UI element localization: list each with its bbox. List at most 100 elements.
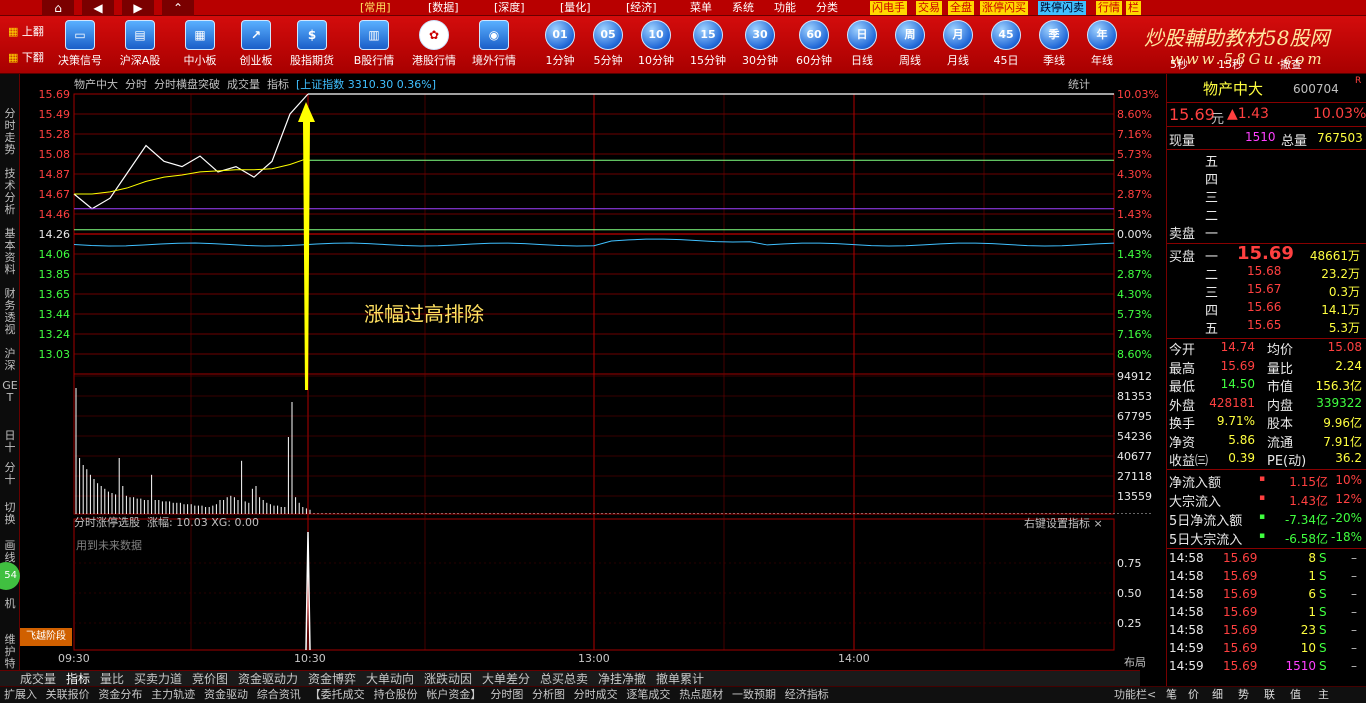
function-tab-7[interactable]: 持仓股份 (374, 687, 418, 703)
stat-label: 均价 (1267, 343, 1294, 358)
tag-flash-hand[interactable]: 闪电手 (870, 1, 907, 15)
function-tab-0[interactable]: 扩展入 (4, 687, 37, 703)
volume-tick-label: 67795 (1117, 410, 1152, 423)
function-tab-13[interactable]: 热点题材 (679, 687, 723, 703)
tag-quote[interactable]: 行情 (1096, 1, 1122, 15)
toolbar-button-19[interactable]: 年年线 (1074, 16, 1130, 74)
toolbar-button-3[interactable]: ↗ 创业板 (228, 16, 284, 74)
menu-quant[interactable]: [量化] (560, 0, 591, 16)
panel-tab-5[interactable]: 联 (1264, 687, 1275, 703)
home-icon[interactable]: ⌂ (42, 0, 74, 16)
function-tab-2[interactable]: 资金分布 (98, 687, 142, 703)
indicator-tab-12[interactable]: 撤单累计 (656, 671, 704, 687)
indicator-tab-11[interactable]: 净挂净撤 (598, 671, 646, 687)
chart-index-label[interactable]: 指标 (267, 78, 289, 91)
forward-icon[interactable]: ▶ (122, 0, 154, 16)
indicator-tab-2[interactable]: 量比 (100, 671, 124, 687)
menu-category[interactable]: 分类 (816, 0, 838, 16)
toolbar-button-4[interactable]: $ 股指期货 (284, 16, 340, 74)
indicator-tab-3[interactable]: 买卖力道 (134, 671, 182, 687)
indicator-tab-4[interactable]: 竞价图 (192, 671, 228, 687)
page-down-button[interactable]: ▦ 下翻 (4, 48, 52, 68)
panel-tab-0[interactable]: 功能栏< (1114, 687, 1156, 703)
menu-system[interactable]: 系统 (732, 0, 754, 16)
left-tab-1[interactable]: 技术分析 (1, 168, 19, 216)
toolbar-button-11[interactable]: 15 15分钟 (680, 16, 736, 74)
left-tab-3[interactable]: 财务透视 (1, 288, 19, 336)
chart-mode[interactable]: 分时 (125, 78, 147, 91)
left-tab-8[interactable]: 切换 (1, 502, 19, 526)
panel-tab-4[interactable]: 势 (1238, 687, 1249, 703)
left-tab-7[interactable]: 分十 (1, 462, 19, 486)
indicator-tab-1[interactable]: 指标 (66, 671, 90, 687)
left-tab-6[interactable]: 日十 (1, 430, 19, 454)
toolbar-button-2[interactable]: ▦ 中小板 (172, 16, 228, 74)
function-tab-4[interactable]: 资金驱动 (204, 687, 248, 703)
toolbar-button-10[interactable]: 10 10分钟 (628, 16, 684, 74)
toolbar-button-12[interactable]: 30 30分钟 (732, 16, 788, 74)
toolbar-button-label: 决策信号 (58, 54, 102, 67)
indicator-tab-7[interactable]: 大单动向 (366, 671, 414, 687)
function-tab-10[interactable]: 分析图 (532, 687, 565, 703)
menu-data[interactable]: [数据] (428, 0, 459, 16)
toolbar-button-label: 10分钟 (638, 54, 674, 67)
toolbar-button-1[interactable]: ▤ 沪深A股 (112, 16, 168, 74)
panel-tab-7[interactable]: 主 (1318, 687, 1329, 703)
period-5s[interactable]: 5秒 (1170, 56, 1188, 72)
page-up-button[interactable]: ▦ 上翻 (4, 22, 52, 42)
indicator-tab-8[interactable]: 涨跌动因 (424, 671, 472, 687)
panel-tab-6[interactable]: 值 (1290, 687, 1301, 703)
toolbar-button-7[interactable]: ◉ 境外行情 (466, 16, 522, 74)
tag-limit-up-buy[interactable]: 涨停闪买 (980, 1, 1028, 15)
tag-limit-down-sell[interactable]: 跌停闪卖 (1038, 1, 1086, 15)
chart-area[interactable]: 15.69 10.03% 15.49 8.60% 15.28 7.16% 15.08 5.73… (20, 74, 1166, 664)
function-tab-14[interactable]: 一致预期 (732, 687, 776, 703)
indicator-tab-6[interactable]: 资金博弈 (308, 671, 356, 687)
tag-whole[interactable]: 全盘 (948, 1, 974, 15)
toolbar-button-5[interactable]: ▥ B股行情 (346, 16, 402, 74)
menu-menu[interactable]: 菜单 (690, 0, 712, 16)
panel-tab-1[interactable]: 笔 (1166, 687, 1177, 703)
function-tab-11[interactable]: 分时成交 (574, 687, 618, 703)
left-tab-10[interactable]: 机 (1, 598, 19, 610)
toolbar-button-6[interactable]: ✿ 港股行情 (406, 16, 462, 74)
menu-common[interactable]: [常用] (360, 0, 391, 16)
indicator-tab-10[interactable]: 总买总卖 (540, 671, 588, 687)
cancel-query-button[interactable]: 撤查 (1280, 56, 1302, 72)
function-tab-3[interactable]: 主力轨迹 (151, 687, 195, 703)
indicator-tab-0[interactable]: 成交量 (20, 671, 56, 687)
chart-volume-label[interactable]: 成交量 (227, 78, 260, 91)
period-15s[interactable]: 15秒 (1218, 56, 1243, 72)
panel-tab-2[interactable]: 价 (1188, 687, 1199, 703)
menu-depth[interactable]: [深度] (494, 0, 525, 16)
left-tab-5[interactable]: GET (1, 380, 19, 404)
panel-tab-3[interactable]: 细 (1212, 687, 1223, 703)
sub-indicator-name[interactable]: 分时涨停选股 (74, 516, 140, 529)
hongkong-icon: ✿ (419, 20, 449, 50)
left-tab-4[interactable]: 沪深 (1, 348, 19, 372)
left-tab-2[interactable]: 基本资料 (1, 228, 19, 276)
indicator-tab-5[interactable]: 资金驱动力 (238, 671, 298, 687)
function-tab-6[interactable]: 【委托成交 (310, 687, 365, 703)
toolbar-button-0[interactable]: ▭ 决策信号 (52, 16, 108, 74)
stats-button[interactable]: 统计 (1068, 76, 1090, 92)
chart-indicator[interactable]: 分时横盘突破 (154, 78, 220, 91)
left-tab-11[interactable]: 维护特 (1, 634, 19, 670)
function-tab-15[interactable]: 经济指标 (785, 687, 829, 703)
tag-trade[interactable]: 交易 (916, 1, 942, 15)
indicator-tab-9[interactable]: 大单差分 (482, 671, 530, 687)
function-tab-1[interactable]: 关联报价 (46, 687, 90, 703)
function-tab-12[interactable]: 逐笔成交 (626, 687, 670, 703)
left-tab-9[interactable]: 画线 (1, 540, 19, 564)
indicator-settings-button[interactable]: 右键设置指标 × (1024, 515, 1103, 531)
menu-economy[interactable]: [经济] (626, 0, 657, 16)
layout-button[interactable]: 布局 (1124, 654, 1146, 670)
function-tab-9[interactable]: 分时图 (490, 687, 523, 703)
left-tab-0[interactable]: 分时走势 (1, 108, 19, 156)
function-tab-5[interactable]: 综合资讯 (257, 687, 301, 703)
back-icon[interactable]: ◀ (82, 0, 114, 16)
tag-column[interactable]: 栏 (1126, 1, 1141, 15)
menu-function[interactable]: 功能 (774, 0, 796, 16)
function-tab-8[interactable]: 帐户资金】 (426, 687, 481, 703)
up-icon[interactable]: ⌃ (162, 0, 194, 16)
